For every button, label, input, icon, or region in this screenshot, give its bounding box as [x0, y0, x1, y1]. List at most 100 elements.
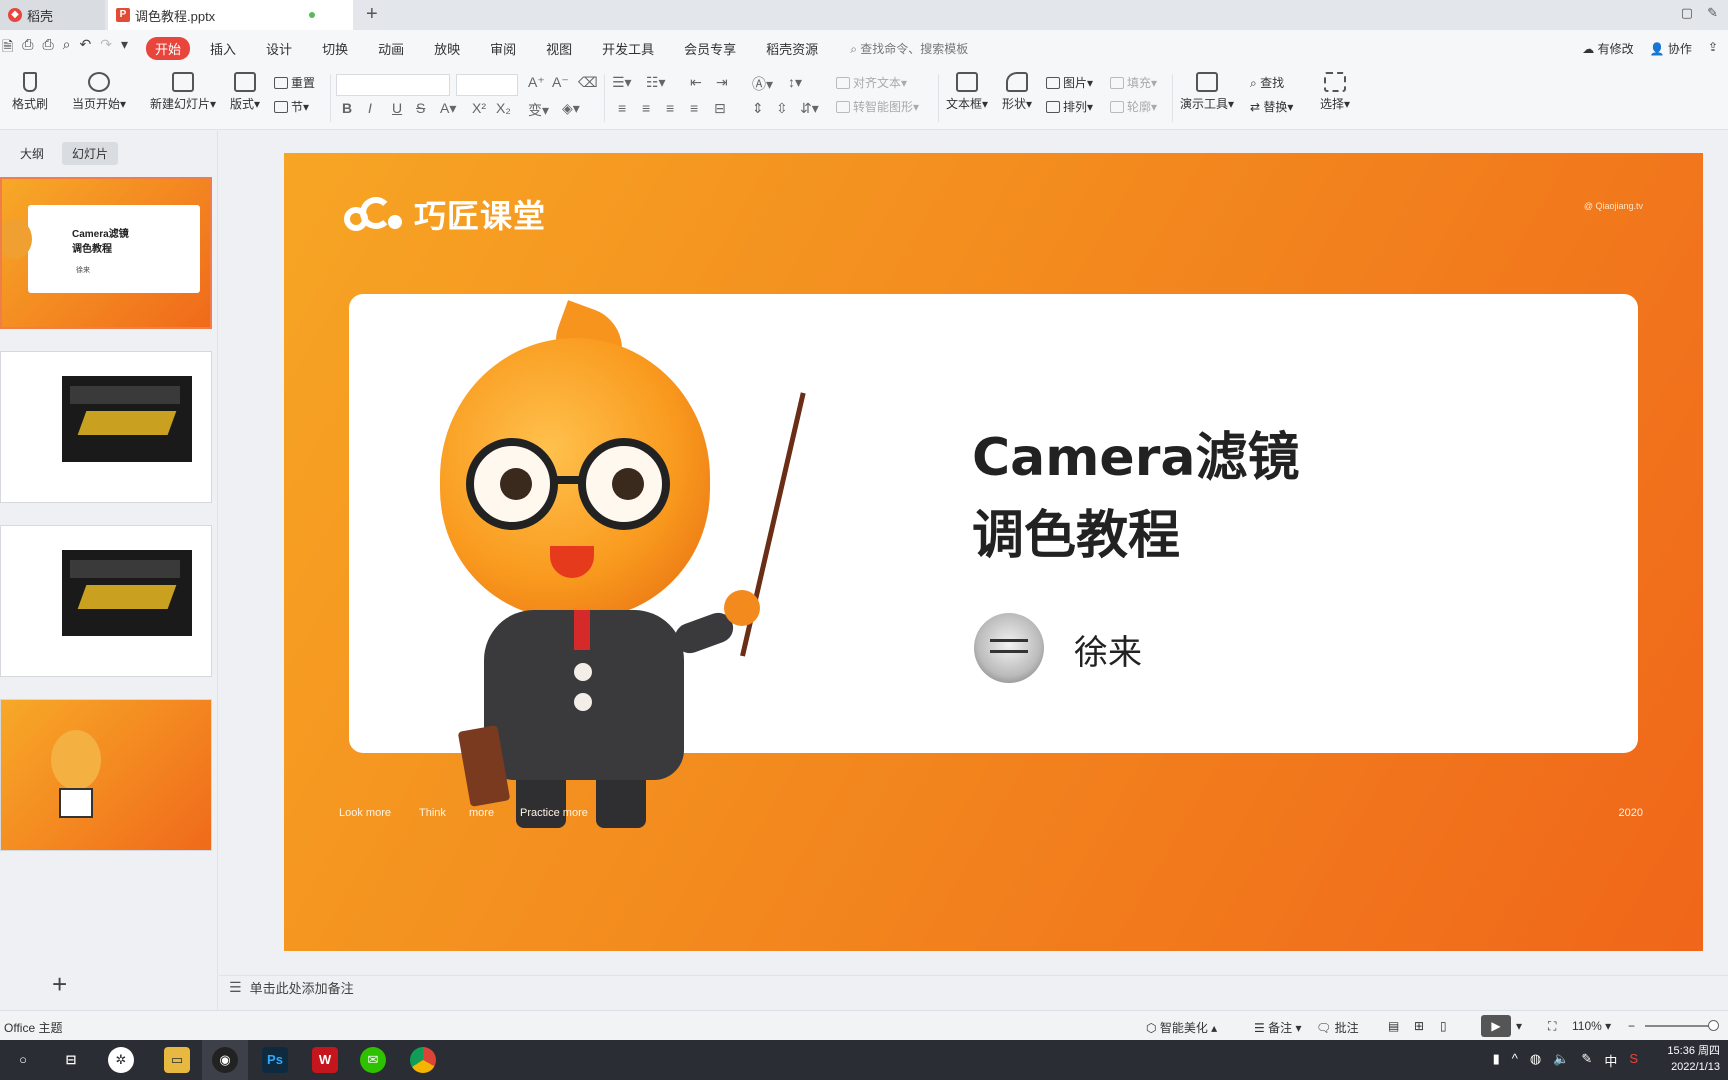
normal-view-icon[interactable]: ▤ [1388, 1019, 1399, 1033]
slide-title-line2[interactable]: 调色教程 [972, 493, 1180, 568]
chrome-icon[interactable] [410, 1047, 436, 1073]
font-color-icon[interactable]: A▾ [440, 100, 456, 117]
slide-thumbnail-1[interactable]: Camera滤镜 调色教程 徐来 [0, 177, 212, 329]
picture-button[interactable]: 图片▾ [1046, 74, 1093, 91]
current-slide[interactable]: 巧匠课堂 @ Qiaojiang.tv Camera滤镜 调色教程 徐来 Loo… [284, 153, 1703, 951]
font-family-select[interactable] [336, 74, 450, 96]
outline-button[interactable]: 轮廓▾ [1110, 98, 1157, 115]
print-preview-icon[interactable]: ⌕ [63, 36, 71, 60]
reset-button[interactable]: 重置 [274, 74, 315, 91]
tab-home[interactable]: ◆ 稻壳 [0, 0, 105, 30]
print-icon[interactable]: ⎙ [42, 36, 53, 60]
section-button[interactable]: 节▾ [274, 98, 309, 115]
notes-bar[interactable]: ☰ 单击此处添加备注 [219, 975, 1728, 999]
menu-member[interactable]: 会员专享 [684, 39, 736, 58]
menu-developer[interactable]: 开发工具 [602, 39, 654, 58]
add-slide-button[interactable]: + [52, 969, 67, 1000]
decrease-font-icon[interactable]: A⁻ [552, 74, 569, 91]
pinned-app-icon[interactable]: ✲ [108, 1047, 134, 1073]
task-view-icon[interactable]: ⊟ [58, 1047, 84, 1073]
play-current-button[interactable]: 当页开始▾ [72, 72, 126, 112]
window-count-icon[interactable]: ▢ [1681, 5, 1693, 21]
zoom-out-icon[interactable]: − [1628, 1019, 1635, 1033]
format-painter-button[interactable]: 格式刷 [12, 72, 48, 112]
line-height-icon[interactable]: ⇵▾ [800, 100, 819, 117]
menu-design[interactable]: 设计 [266, 39, 292, 58]
align-text-button[interactable]: 对齐文本▾ [836, 74, 907, 91]
para-spacing-icon[interactable]: ⇳ [776, 100, 788, 117]
distributed-icon[interactable]: ⊟ [714, 100, 726, 117]
select-button[interactable]: 选择▾ [1320, 72, 1350, 112]
notes-toggle-button[interactable]: ☰ 备注 ▾ [1254, 1019, 1301, 1036]
undo-icon[interactable]: ↶ [80, 36, 92, 60]
reading-view-icon[interactable]: ▯ [1440, 1019, 1447, 1033]
fill-button[interactable]: 填充▾ [1110, 74, 1157, 91]
underline-icon[interactable]: U [392, 100, 402, 116]
zoom-level[interactable]: 110% ▾ [1572, 1019, 1611, 1033]
find-button[interactable]: ⌕ 查找 [1250, 74, 1284, 91]
textbox-button[interactable]: 文本框▾ [946, 72, 988, 112]
menu-review[interactable]: 审阅 [490, 39, 516, 58]
increase-indent-icon[interactable]: ⇥ [716, 74, 728, 91]
zoom-slider-track[interactable] [1645, 1025, 1713, 1027]
phonetic-icon[interactable]: 变▾ [528, 100, 549, 120]
ime-indicator[interactable]: 中 [1604, 1051, 1617, 1070]
slideshow-dropdown-icon[interactable]: ▾ [1516, 1019, 1522, 1033]
more-dropdown-icon[interactable]: ▾ [121, 36, 128, 60]
highlight-icon[interactable]: ◈▾ [562, 100, 580, 117]
replace-button[interactable]: ⇄ 替换▾ [1250, 98, 1293, 115]
slide-thumbnail-4[interactable] [0, 699, 212, 851]
collaborate-button[interactable]: 👤 协作 [1650, 40, 1692, 57]
sorter-view-icon[interactable]: ⊞ [1414, 1019, 1424, 1033]
tab-document[interactable]: P 调色教程.pptx [108, 0, 353, 30]
command-search[interactable]: ⌕ 查找命令、搜索模板 [850, 40, 968, 57]
fit-window-icon[interactable]: ⛶ [1548, 1019, 1556, 1034]
align-left-icon[interactable]: ≡ [618, 100, 626, 116]
menu-animation[interactable]: 动画 [378, 39, 404, 58]
smart-beautify-button[interactable]: ⬡ 智能美化 ▴ [1146, 1019, 1217, 1036]
new-slide-button[interactable]: 新建幻灯片▾ [150, 72, 216, 112]
menu-home[interactable]: 开始 [146, 36, 191, 60]
author-name[interactable]: 徐来 [1074, 625, 1142, 674]
battery-icon[interactable]: ▮ [1493, 1051, 1500, 1070]
show-hidden-icon[interactable]: ^ [1512, 1051, 1518, 1070]
comment-button[interactable]: 🗨 批注 [1316, 1019, 1359, 1036]
bold-icon[interactable]: B [342, 100, 352, 116]
theme-name[interactable]: Office 主题 [4, 1019, 62, 1036]
slide-thumbnail-2[interactable] [0, 351, 212, 503]
column-spacing-icon[interactable]: ⇕ [752, 100, 764, 117]
wechat-icon[interactable]: ✉ [360, 1047, 386, 1073]
decrease-indent-icon[interactable]: ⇤ [690, 74, 702, 91]
search-circle-icon[interactable]: ○ [10, 1047, 36, 1073]
layout-button[interactable]: 版式▾ [230, 72, 260, 112]
font-size-select[interactable] [456, 74, 518, 96]
share-icon[interactable]: ⇪ [1708, 40, 1718, 57]
volume-icon[interactable]: 🔈 [1553, 1051, 1569, 1070]
menu-transition[interactable]: 切换 [322, 39, 348, 58]
text-direction-icon[interactable]: Ⓐ▾ [752, 74, 773, 94]
numbering-icon[interactable]: ☷▾ [646, 74, 666, 91]
camera-app-icon[interactable]: ◉ [212, 1047, 238, 1073]
redo-icon[interactable]: ↷ [100, 36, 112, 60]
file-explorer-icon[interactable]: ▭ [164, 1047, 190, 1073]
align-center-icon[interactable]: ≡ [642, 100, 650, 116]
increase-font-icon[interactable]: A⁺ [528, 74, 545, 91]
bullets-icon[interactable]: ☰▾ [612, 74, 632, 91]
menu-docer-resources[interactable]: 稻壳资源 [766, 39, 818, 58]
skin-icon[interactable]: ✎ [1707, 5, 1718, 21]
wps-office-icon[interactable]: W [312, 1047, 338, 1073]
justify-icon[interactable]: ≡ [690, 100, 698, 116]
slide-thumbnail-3[interactable] [0, 525, 212, 677]
present-tools-button[interactable]: 演示工具▾ [1180, 72, 1234, 112]
new-tab-button[interactable]: + [366, 3, 378, 26]
align-right-icon[interactable]: ≡ [666, 100, 674, 116]
clear-format-icon[interactable]: ⌫ [578, 74, 598, 91]
menu-slideshow[interactable]: 放映 [434, 39, 460, 58]
pen-icon[interactable]: ✎ [1581, 1051, 1592, 1070]
menu-insert[interactable]: 插入 [210, 39, 236, 58]
strikethrough-icon[interactable]: S [416, 100, 425, 116]
menu-view[interactable]: 视图 [546, 39, 572, 58]
wifi-icon[interactable]: ◍ [1530, 1051, 1541, 1070]
photoshop-icon[interactable]: Ps [262, 1047, 288, 1073]
line-spacing-icon[interactable]: ↕▾ [788, 74, 802, 91]
